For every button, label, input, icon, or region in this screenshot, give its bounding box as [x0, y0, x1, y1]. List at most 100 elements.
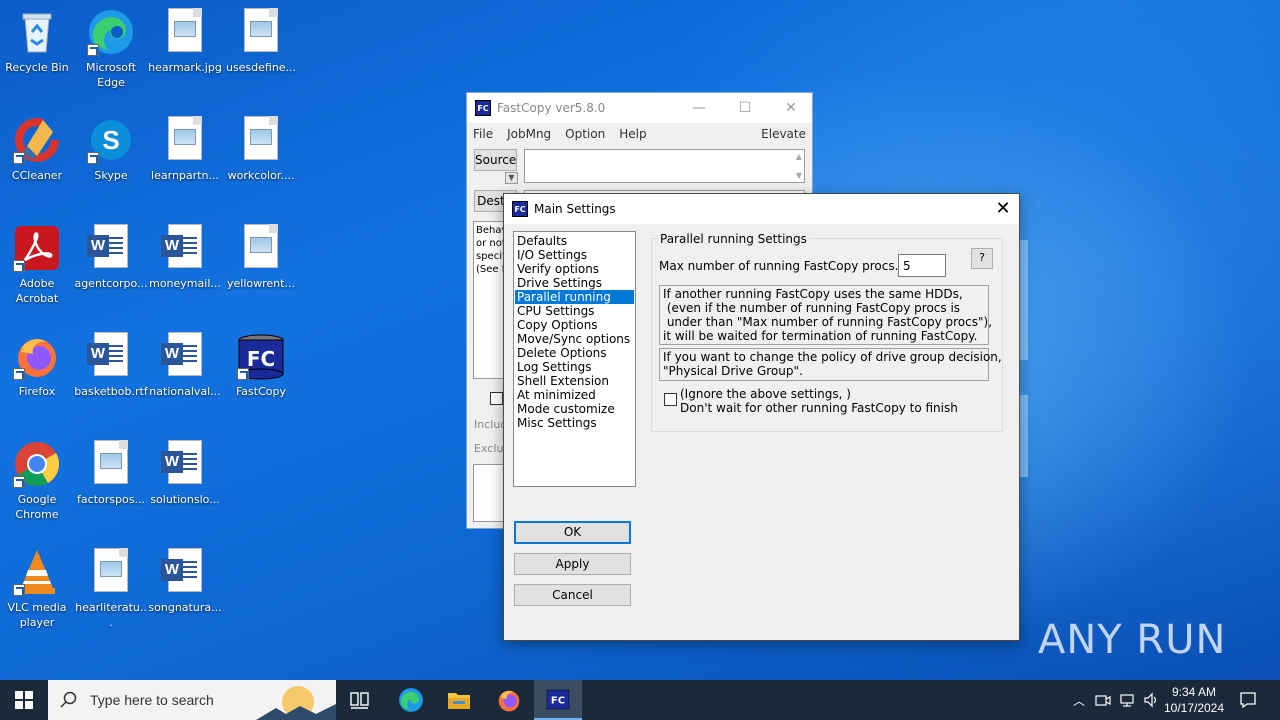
desktop-icon-yellowrent[interactable]: yellowrent...	[224, 218, 298, 318]
close-icon[interactable]: ✕	[987, 194, 1019, 224]
desktop-icon-factorspos[interactable]: factorspos...	[74, 434, 148, 534]
image-file-icon	[237, 224, 285, 272]
drive-group-info-text: If you want to change the policy of driv…	[659, 348, 1002, 381]
dialog-titlebar[interactable]: FC Main Settings ✕	[504, 194, 1019, 224]
notification-center-button[interactable]	[1230, 680, 1266, 720]
taskbar-firefox[interactable]	[488, 680, 530, 720]
image-file-icon	[237, 116, 285, 164]
desktop-icon-firefox[interactable]: Firefox	[0, 326, 74, 426]
scroll-down-icon[interactable]: ▼	[796, 171, 802, 180]
acrobat-icon	[13, 224, 61, 272]
camera-icon	[1095, 695, 1111, 706]
desktop-icon-moneymail[interactable]: W moneymail...	[148, 218, 222, 318]
scroll-up-icon[interactable]: ▲	[796, 152, 802, 161]
cancel-button[interactable]: Cancel	[514, 584, 631, 606]
menu-help[interactable]: Help	[619, 127, 646, 141]
desktop-icon-skype[interactable]: S Skype	[74, 110, 148, 210]
main-settings-dialog[interactable]: FC Main Settings ✕ Defaults I/O Settings…	[503, 193, 1020, 641]
desktop-icon-songnatura[interactable]: W songnatura...	[148, 542, 222, 642]
task-view-icon	[350, 692, 369, 709]
desktop-icon-workcolor[interactable]: workcolor....	[224, 110, 298, 210]
desktop-icon-adobe-acrobat[interactable]: Adobe Acrobat	[0, 218, 74, 318]
desktop-icon-hearliteratu[interactable]: hearliteratu...	[74, 542, 148, 642]
dont-wait-label[interactable]: (Ignore the above settings, ) Don't wait…	[680, 387, 958, 415]
minimize-icon[interactable]: —	[676, 93, 722, 123]
desktop-icon-label: Skype	[94, 169, 128, 182]
search-placeholder: Type here to search	[90, 692, 214, 708]
category-at-minimized[interactable]: At minimized	[515, 388, 634, 402]
word-doc-icon: W	[161, 440, 209, 488]
network-button[interactable]	[1116, 680, 1138, 720]
desktop-icon-fastcopy[interactable]: FC FastCopy	[224, 326, 298, 426]
wallpaper-beam	[1020, 395, 1028, 477]
desktop-icon-basketbob[interactable]: W basketbob.rtf	[74, 326, 148, 426]
desktop-icon-solutionslo[interactable]: W solutionslo...	[148, 434, 222, 534]
menu-elevate[interactable]: Elevate	[761, 127, 806, 141]
meet-now-button[interactable]	[1092, 680, 1114, 720]
desktop-icon-google-chrome[interactable]: Google Chrome	[0, 434, 74, 534]
desktop-icon-recycle-bin[interactable]: Recycle Bin	[0, 2, 74, 102]
desktop-icon-learnpartn[interactable]: learnpartn...	[148, 110, 222, 210]
desktop-icon-label: Microsoft Edge	[85, 61, 137, 89]
fastcopy-titlebar[interactable]: FC FastCopy ver5.8.0 — ☐ ✕	[467, 93, 812, 123]
apply-button[interactable]: Apply	[514, 553, 631, 575]
taskbar-edge[interactable]	[390, 680, 432, 720]
category-defaults[interactable]: Defaults	[515, 234, 634, 248]
dont-wait-checkbox[interactable]	[664, 393, 677, 406]
desktop-icon-microsoft-edge[interactable]: Microsoft Edge	[74, 2, 148, 102]
category-log-settings[interactable]: Log Settings	[515, 360, 634, 374]
category-verify-options[interactable]: Verify options	[515, 262, 634, 276]
desktop-icon-vlc[interactable]: VLC media player	[0, 542, 74, 642]
desktop-icon-nationalval[interactable]: W nationalval...	[148, 326, 222, 426]
desktop-icon-hearmark[interactable]: hearmark.jpg	[148, 2, 222, 102]
close-icon[interactable]: ✕	[768, 93, 814, 123]
menu-option[interactable]: Option	[565, 127, 605, 141]
source-input[interactable]: ▲ ▼	[524, 149, 805, 183]
desktop-icon-label: moneymail...	[149, 277, 221, 290]
shortcut-arrow-icon	[237, 368, 249, 380]
category-parallel-running[interactable]: Parallel running	[515, 290, 634, 304]
clock-date: 10/17/2024	[1163, 701, 1225, 715]
shortcut-arrow-icon	[13, 584, 25, 596]
shortcut-arrow-icon	[13, 260, 25, 272]
source-button[interactable]: Source	[474, 149, 517, 171]
source-dropdown-icon[interactable]: ▼	[505, 172, 518, 184]
desktop-icon-agentcorpo[interactable]: W agentcorpo...	[74, 218, 148, 318]
fastcopy-icon: FC	[546, 689, 570, 710]
image-file-icon	[237, 8, 285, 56]
maximize-icon[interactable]: ☐	[722, 93, 768, 123]
desktop-icon-ccleaner[interactable]: CCleaner	[0, 110, 74, 210]
desktop-icon-usesdefine[interactable]: usesdefine...	[224, 2, 298, 102]
desktop-icon-label: Firefox	[18, 385, 56, 398]
image-file-icon	[161, 8, 209, 56]
taskbar-file-explorer[interactable]	[438, 680, 480, 720]
dialog-app-icon: FC	[512, 201, 528, 217]
task-view-button[interactable]	[340, 680, 380, 720]
category-shell-extension[interactable]: Shell Extension	[515, 374, 634, 388]
ok-button[interactable]: OK	[514, 521, 631, 544]
category-cpu-settings[interactable]: CPU Settings	[515, 304, 634, 318]
menu-jobmng[interactable]: JobMng	[507, 127, 551, 141]
firefox-icon	[498, 690, 520, 712]
show-hidden-icons-button[interactable]: ︿	[1068, 680, 1090, 720]
category-io-settings[interactable]: I/O Settings	[515, 248, 634, 262]
word-doc-icon: W	[87, 332, 135, 380]
start-button[interactable]	[0, 680, 48, 720]
category-copy-options[interactable]: Copy Options	[515, 318, 634, 332]
category-move-sync-options[interactable]: Move/Sync options	[515, 332, 634, 346]
category-misc-settings[interactable]: Misc Settings	[515, 416, 634, 430]
settings-category-list[interactable]: Defaults I/O Settings Verify options Dri…	[513, 231, 636, 487]
category-mode-customize[interactable]: Mode customize	[515, 402, 634, 416]
category-delete-options[interactable]: Delete Options	[515, 346, 634, 360]
max-procs-input[interactable]	[898, 254, 946, 277]
volume-button[interactable]	[1140, 680, 1162, 720]
help-button[interactable]: ?	[971, 248, 993, 269]
windows-logo-icon	[15, 691, 33, 709]
fastcopy-option-checkbox[interactable]	[490, 392, 503, 405]
taskbar-clock[interactable]: 9:34 AM 10/17/2024	[1162, 680, 1226, 720]
menu-file[interactable]: File	[473, 127, 493, 141]
category-drive-settings[interactable]: Drive Settings	[515, 276, 634, 290]
desktop-icon-label: songnatura...	[148, 601, 222, 614]
taskbar-search-box[interactable]: Type here to search	[48, 680, 336, 720]
taskbar-fastcopy[interactable]: FC	[534, 680, 582, 720]
